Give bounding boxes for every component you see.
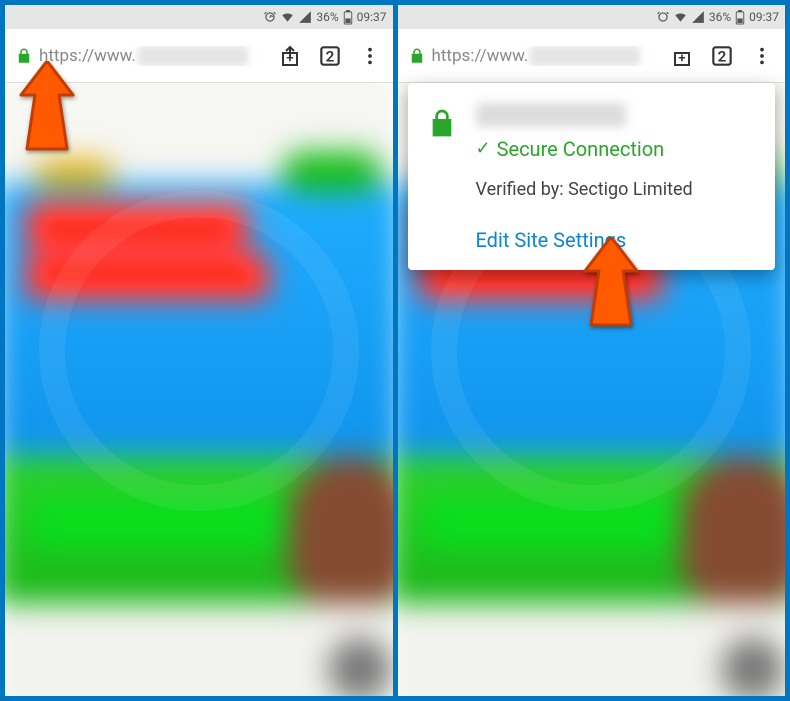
battery-icon xyxy=(343,10,353,25)
tabs-button[interactable]: 2 xyxy=(313,39,347,73)
lock-icon xyxy=(426,107,458,139)
verified-by-label: Verified by: Sectigo Limited xyxy=(476,179,758,200)
url-domain-redacted xyxy=(530,46,640,66)
phone-left: 36% 09:37 https://www. + 2 xyxy=(5,5,393,696)
url-prefix: https://www. xyxy=(39,46,136,66)
tabs-button[interactable]: 2 xyxy=(705,39,739,73)
phone-right: 36% 09:37 https://www. + 2 xyxy=(398,5,786,696)
svg-text:+: + xyxy=(286,51,293,66)
battery-percent: 36% xyxy=(316,10,338,24)
alarm-icon xyxy=(263,10,277,24)
address-bar[interactable]: https://www. + 2 xyxy=(398,29,786,83)
svg-text:+: + xyxy=(678,51,685,66)
site-info-popup: ✓ Secure Connection Verified by: Sectigo… xyxy=(408,83,776,270)
url-domain-redacted xyxy=(138,46,248,66)
secure-connection-label: Secure Connection xyxy=(497,137,665,161)
tab-count-label: 2 xyxy=(718,47,727,65)
lock-icon[interactable] xyxy=(15,47,33,65)
clock-time: 09:37 xyxy=(357,10,387,24)
lock-icon[interactable] xyxy=(408,47,426,65)
address-bar[interactable]: https://www. + 2 xyxy=(5,29,393,83)
page-content-blurred xyxy=(5,68,393,696)
status-bar: 36% 09:37 xyxy=(398,5,786,29)
status-bar-icons xyxy=(263,10,312,24)
battery-icon xyxy=(735,10,745,25)
battery-percent: 36% xyxy=(709,10,731,24)
url-prefix: https://www. xyxy=(432,46,529,66)
edit-site-settings-link[interactable]: Edit Site Settings xyxy=(476,228,758,252)
share-button[interactable]: + xyxy=(273,39,307,73)
clock-time: 09:37 xyxy=(749,10,779,24)
wifi-icon xyxy=(673,10,688,24)
url-field[interactable]: https://www. xyxy=(39,46,267,66)
tutorial-frame: 36% 09:37 https://www. + 2 xyxy=(0,0,790,701)
overflow-menu-button[interactable] xyxy=(745,39,779,73)
overflow-menu-button[interactable] xyxy=(353,39,387,73)
signal-icon xyxy=(298,10,312,24)
wifi-icon xyxy=(280,10,295,24)
checkmark-icon: ✓ xyxy=(476,140,491,158)
status-bar-icons xyxy=(656,10,705,24)
tab-count-label: 2 xyxy=(325,47,334,65)
share-button[interactable]: + xyxy=(665,39,699,73)
url-field[interactable]: https://www. xyxy=(432,46,660,66)
status-bar: 36% 09:37 xyxy=(5,5,393,29)
popup-domain-redacted xyxy=(476,103,626,127)
signal-icon xyxy=(691,10,705,24)
alarm-icon xyxy=(656,10,670,24)
